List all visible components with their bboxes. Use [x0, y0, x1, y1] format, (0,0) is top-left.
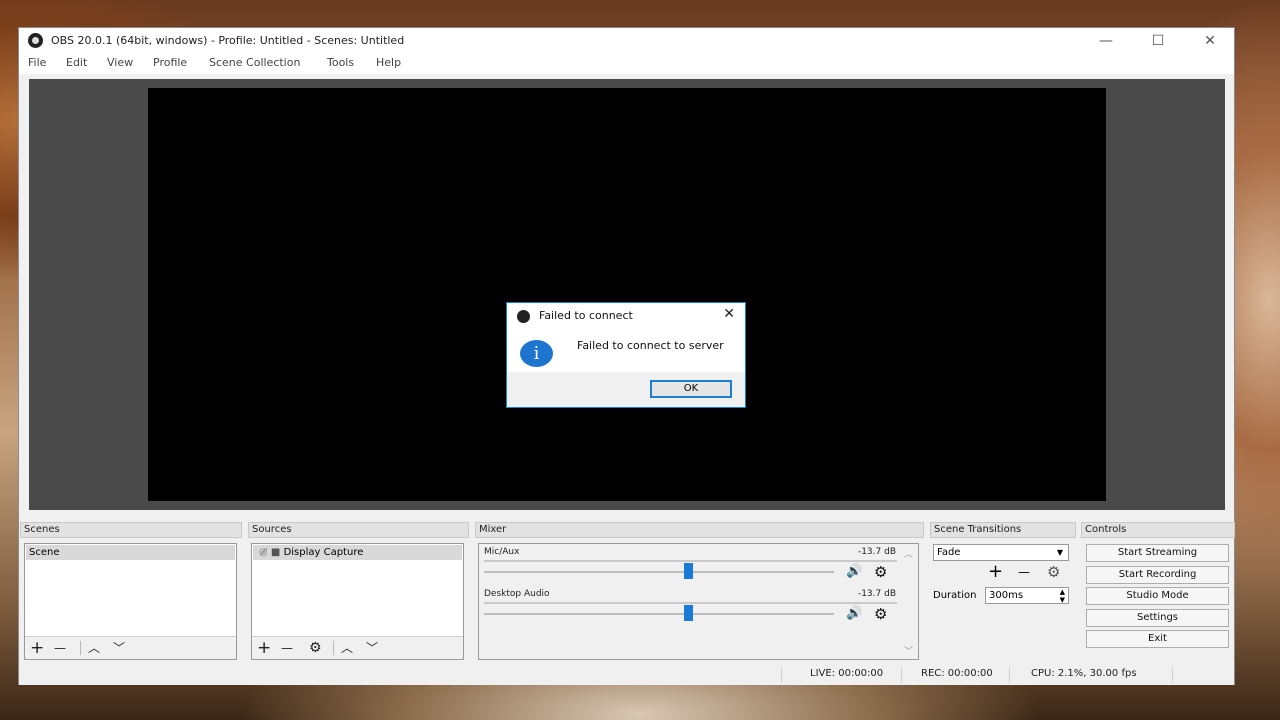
status-divider — [1172, 667, 1173, 683]
mic-aux-db: -13.7 dB — [857, 547, 896, 557]
scenes-panel: Scene + — ︿ ﹀ — [24, 543, 237, 660]
add-transition-icon[interactable]: + — [988, 561, 1003, 582]
move-scene-down-icon[interactable]: ﹀ — [113, 638, 125, 658]
status-divider — [1009, 667, 1010, 683]
dialog-close-icon[interactable]: ✕ — [723, 306, 735, 322]
dialog-message: Failed to connect to server — [577, 339, 724, 352]
mixer-header: Mixer — [475, 522, 924, 538]
toolbar-divider — [333, 641, 334, 655]
menu-edit[interactable]: Edit — [66, 56, 87, 69]
minimize-button[interactable]: — — [1083, 28, 1129, 54]
menu-view[interactable]: View — [107, 56, 133, 69]
menu-profile[interactable]: Profile — [153, 56, 187, 69]
desktop-audio-db: -13.7 dB — [857, 589, 896, 599]
preview-area — [29, 79, 1225, 510]
scene-list-item[interactable]: Scene — [26, 545, 235, 560]
start-recording-button[interactable]: Start Recording — [1086, 566, 1229, 584]
transition-properties-gear-icon[interactable]: ⚙ — [1047, 563, 1060, 581]
dialog-title: Failed to connect — [539, 309, 633, 322]
duration-value: 300ms — [989, 590, 1024, 601]
mic-aux-gear-icon[interactable]: ⚙ — [874, 563, 887, 581]
mixer-panel: Mic/Aux -13.7 dB 🔊 ⚙ Desktop Audio -13.7… — [478, 543, 919, 660]
controls-header: Controls — [1081, 522, 1235, 538]
failed-to-connect-dialog: Failed to connect ✕ i Failed to connect … — [506, 302, 746, 408]
move-source-up-icon[interactable]: ︿ — [341, 638, 353, 658]
visibility-hidden-icon[interactable]: ◎̸ — [259, 547, 268, 558]
studio-mode-button[interactable]: Studio Mode — [1086, 587, 1229, 605]
status-divider — [781, 667, 782, 683]
transition-select[interactable]: Fade ▼ — [933, 544, 1069, 561]
sources-header: Sources — [248, 522, 469, 538]
remove-scene-icon[interactable]: — — [54, 638, 66, 658]
move-source-down-icon[interactable]: ﹀ — [366, 638, 378, 658]
scenes-toolbar: + — ︿ ﹀ — [25, 636, 236, 659]
remove-source-icon[interactable]: — — [281, 638, 293, 658]
menu-bar: File Edit View Profile Scene Collection … — [19, 54, 1234, 74]
mic-aux-meter — [484, 560, 897, 562]
preview-canvas[interactable] — [148, 88, 1106, 501]
source-list-item[interactable]: ◎̸ ■ Display Capture — [253, 545, 462, 560]
dropdown-arrow-icon: ▼ — [1056, 548, 1063, 557]
remove-transition-icon[interactable]: — — [1018, 565, 1030, 579]
source-label: Display Capture — [283, 547, 364, 558]
mic-aux-slider-thumb[interactable] — [684, 563, 693, 579]
add-scene-icon[interactable]: + — [30, 638, 44, 658]
desktop-audio-gear-icon[interactable]: ⚙ — [874, 605, 887, 623]
start-streaming-button[interactable]: Start Streaming — [1086, 544, 1229, 562]
menu-tools[interactable]: Tools — [327, 56, 354, 69]
mixer-scroll-up-icon[interactable]: ︿ — [904, 547, 913, 560]
obs-logo-icon — [28, 33, 43, 48]
window-title: OBS 20.0.1 (64bit, windows) - Profile: U… — [51, 34, 405, 47]
desktop-audio-meter — [484, 602, 897, 604]
desktop-audio-slider-thumb[interactable] — [684, 605, 693, 621]
ok-button[interactable]: OK — [650, 380, 732, 398]
settings-button[interactable]: Settings — [1086, 609, 1229, 627]
duration-spinbox[interactable]: 300ms ▲ ▼ — [985, 587, 1069, 604]
add-source-icon[interactable]: + — [257, 638, 271, 658]
duration-label: Duration — [933, 590, 977, 601]
mixer-scroll-down-icon[interactable]: ﹀ — [904, 644, 913, 657]
mic-aux-label: Mic/Aux — [484, 547, 520, 557]
close-button[interactable]: ✕ — [1187, 28, 1233, 54]
menu-help[interactable]: Help — [376, 56, 401, 69]
mic-aux-volume-slider[interactable] — [484, 571, 834, 573]
toolbar-divider — [80, 641, 81, 655]
obs-logo-icon — [517, 310, 530, 323]
transition-selected: Fade — [937, 547, 961, 558]
move-scene-up-icon[interactable]: ︿ — [88, 638, 100, 658]
rec-timer: REC: 00:00:00 — [921, 668, 993, 679]
cpu-fps: CPU: 2.1%, 30.00 fps — [1031, 668, 1137, 679]
sources-toolbar: + — ⚙ ︿ ﹀ — [252, 636, 463, 659]
status-divider — [901, 667, 902, 683]
menu-scene-collection[interactable]: Scene Collection — [209, 56, 300, 69]
menu-file[interactable]: File — [28, 56, 46, 69]
lock-icon[interactable]: ■ — [271, 547, 280, 558]
source-properties-gear-icon[interactable]: ⚙ — [309, 638, 322, 658]
exit-button[interactable]: Exit — [1086, 630, 1229, 648]
desktop-audio-label: Desktop Audio — [484, 589, 550, 599]
desktop-audio-volume-slider[interactable] — [484, 613, 834, 615]
info-icon: i — [520, 340, 553, 367]
title-bar[interactable]: OBS 20.0.1 (64bit, windows) - Profile: U… — [19, 28, 1234, 54]
desktop-audio-speaker-icon[interactable]: 🔊 — [846, 606, 862, 621]
dialog-footer: OK — [507, 372, 745, 407]
sources-panel: ◎̸ ■ Display Capture + — ⚙ ︿ ﹀ — [251, 543, 464, 660]
spinner-arrows-icon[interactable]: ▲ ▼ — [1060, 588, 1065, 604]
live-timer: LIVE: 00:00:00 — [810, 668, 884, 679]
transitions-header: Scene Transitions — [930, 522, 1076, 538]
scenes-header: Scenes — [20, 522, 242, 538]
mic-aux-speaker-icon[interactable]: 🔊 — [846, 564, 862, 579]
maximize-button[interactable]: ☐ — [1135, 28, 1181, 54]
status-bar: LIVE: 00:00:00 REC: 00:00:00 CPU: 2.1%, … — [19, 665, 1234, 685]
